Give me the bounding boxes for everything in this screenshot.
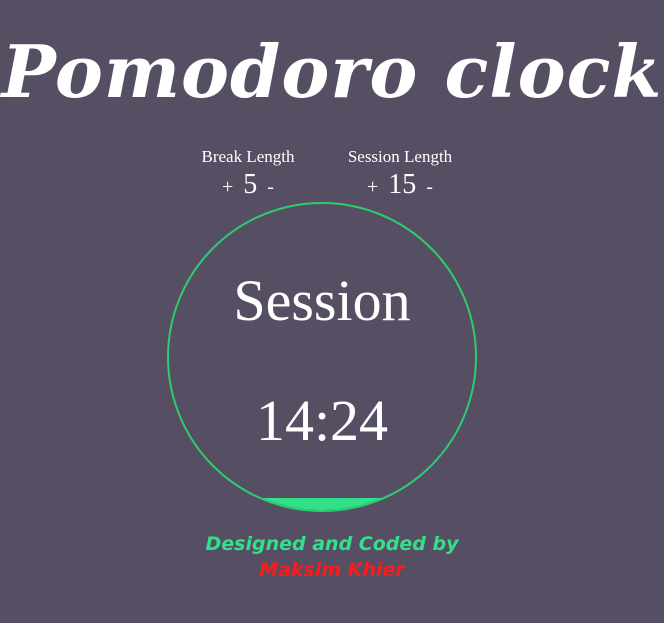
pomodoro-page: Pomodoro clock Break Length + 5 - Sessio…: [0, 0, 664, 623]
break-length-control: Break Length + 5 -: [163, 146, 333, 201]
session-increase-button[interactable]: +: [365, 173, 380, 201]
credits-designed-by: Designed and Coded by: [205, 533, 459, 555]
timer-circle[interactable]: Session 14:24: [167, 202, 477, 512]
app-title: Pomodoro clock: [1, 29, 663, 114]
credits-author-link[interactable]: Maksim Khier: [0, 558, 664, 582]
break-length-value: 5: [243, 169, 258, 200]
timer-countdown: 14:24: [255, 388, 389, 453]
break-decrease-button[interactable]: -: [265, 173, 276, 201]
session-length-control: Session Length + 15 -: [315, 146, 485, 201]
session-length-label: Session Length: [347, 147, 453, 166]
break-length-label: Break Length: [201, 147, 295, 166]
timer-progress-fill: [169, 497, 475, 510]
break-length-row: + 5 -: [163, 170, 333, 201]
timer-mode-label: Session: [233, 268, 411, 333]
session-length-row: + 15 -: [315, 170, 485, 201]
session-decrease-button[interactable]: -: [424, 173, 435, 201]
break-increase-button[interactable]: +: [220, 173, 235, 201]
session-length-value: 15: [388, 169, 417, 200]
credits: Designed and Coded by Maksim Khier: [0, 530, 664, 582]
